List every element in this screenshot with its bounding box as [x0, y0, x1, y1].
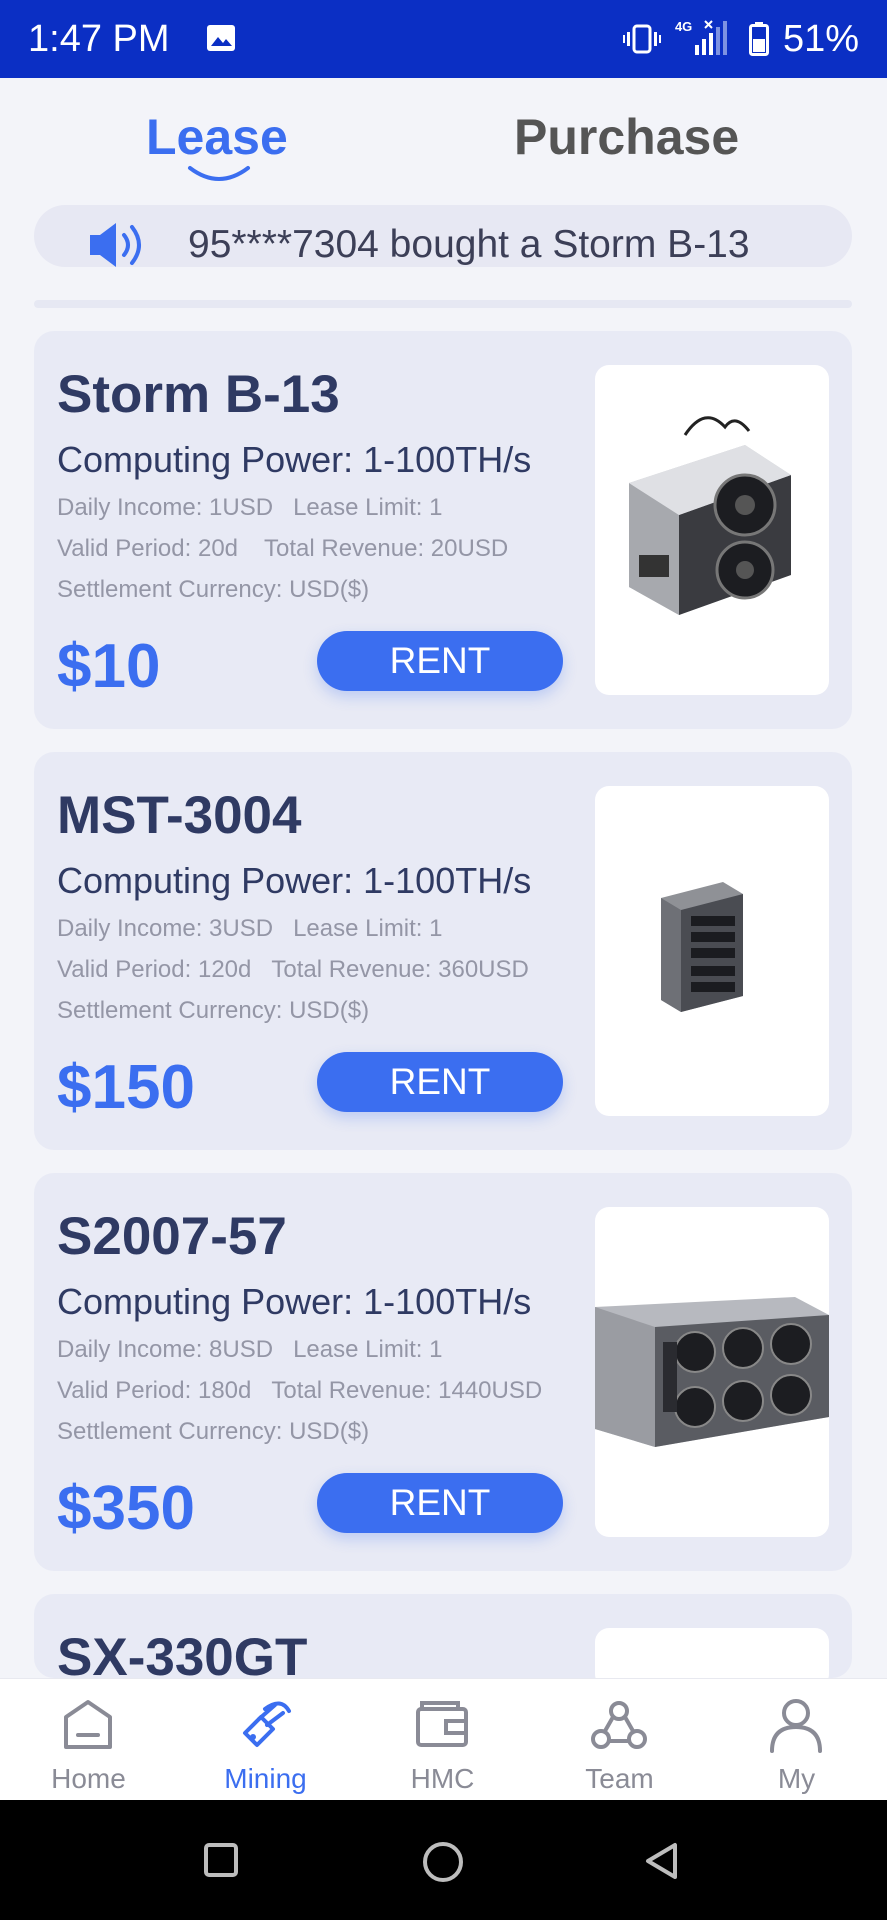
- notice-text: 95****7304 bought a Storm B-13: [188, 223, 750, 266]
- nav-label: Home: [51, 1763, 126, 1794]
- status-time: 1:47 PM: [28, 18, 170, 60]
- nav-team[interactable]: Team: [531, 1679, 708, 1801]
- product-stats-row: Valid Period: 180d Total Revenue: 1440USD: [57, 1377, 542, 1405]
- wallet-icon: [416, 1701, 468, 1747]
- cellular-signal-icon: [694, 20, 727, 55]
- nav-home[interactable]: Home: [0, 1679, 177, 1801]
- recents-icon[interactable]: [204, 1843, 238, 1877]
- computing-power: Computing Power: 1-100TH/s: [57, 1281, 532, 1322]
- team-icon: [591, 1701, 647, 1749]
- nav-mining[interactable]: Mining: [177, 1679, 354, 1801]
- total-revenue: Total Revenue: 1440USD: [271, 1377, 543, 1404]
- product-card: Storm B-13 Computing Power: 1-100TH/s Da…: [34, 331, 852, 729]
- nav-my[interactable]: My: [708, 1679, 885, 1801]
- battery-icon: [748, 22, 769, 56]
- product-image: [595, 1628, 829, 1678]
- lease-purchase-tabs: Lease Purchase: [0, 78, 887, 188]
- nav-hmc[interactable]: HMC: [354, 1679, 531, 1801]
- settlement-currency: Settlement Currency: USD($): [57, 576, 370, 603]
- tab-purchase[interactable]: Purchase: [514, 108, 739, 166]
- daily-income: Daily Income: 8USD: [57, 1336, 274, 1363]
- divider: [34, 300, 852, 308]
- product-image: [595, 1207, 829, 1537]
- speaker-icon: [90, 223, 141, 267]
- rent-button[interactable]: RENT: [317, 1473, 563, 1533]
- computing-power: Computing Power: 1-100TH/s: [57, 439, 532, 480]
- nav-label: My: [777, 1763, 816, 1794]
- battery-percentage: 51%: [782, 17, 859, 60]
- purchase-notice-ticker: 95****7304 bought a Storm B-13: [34, 205, 852, 267]
- product-stats-row: Valid Period: 120d Total Revenue: 360USD: [57, 956, 529, 984]
- storm-b13-miner-image: [629, 416, 791, 615]
- nav-label: HMC: [410, 1763, 475, 1794]
- status-bar: 1:47 PM 4G 51%: [0, 0, 887, 78]
- image-icon: [207, 25, 235, 51]
- back-icon[interactable]: [643, 1842, 681, 1880]
- price: $350: [57, 1474, 195, 1543]
- product-stats-row: Daily Income: 1USD Lease Limit: 1: [57, 494, 443, 522]
- product-name: SX-330GT: [57, 1628, 308, 1678]
- product-stats-row: Valid Period: 20d Total Revenue: 20USD: [57, 535, 508, 563]
- lease-limit: Lease Limit: 1: [293, 494, 443, 521]
- valid-period: Valid Period: 180d: [57, 1377, 252, 1404]
- s2007-57-miner-image: [595, 1297, 829, 1447]
- home-icon: [64, 1700, 112, 1749]
- system-navigation-bar: [0, 1800, 887, 1920]
- nav-label: Mining: [224, 1763, 307, 1794]
- lease-limit: Lease Limit: 1: [293, 915, 443, 942]
- price: $10: [57, 632, 161, 701]
- product-image: [595, 786, 829, 1116]
- signal-indicator: 4G: [675, 19, 735, 59]
- product-stats-row: Daily Income: 3USD Lease Limit: 1: [57, 915, 443, 943]
- lease-limit: Lease Limit: 1: [293, 1336, 443, 1363]
- product-name: MST-3004: [57, 786, 302, 845]
- product-name: Storm B-13: [57, 365, 340, 424]
- valid-period: Valid Period: 120d: [57, 956, 252, 983]
- mining-icon: [243, 1701, 291, 1747]
- bottom-navigation: Home Mining HMC Team My: [0, 1678, 887, 1801]
- product-card: SX-330GT: [34, 1594, 852, 1678]
- total-revenue: Total Revenue: 360USD: [271, 956, 529, 983]
- product-name: S2007-57: [57, 1207, 287, 1266]
- price: $150: [57, 1053, 195, 1122]
- settlement-currency: Settlement Currency: USD($): [57, 997, 370, 1024]
- product-image: [595, 365, 829, 695]
- home-button-icon[interactable]: [421, 1840, 465, 1884]
- product-card: MST-3004 Computing Power: 1-100TH/s Dail…: [34, 752, 852, 1150]
- active-tab-indicator: [188, 166, 250, 181]
- mst-3004-miner-image: [661, 882, 743, 1012]
- daily-income: Daily Income: 3USD: [57, 915, 274, 942]
- settlement-currency: Settlement Currency: USD($): [57, 1418, 370, 1445]
- daily-income: Daily Income: 1USD: [57, 494, 274, 521]
- product-stats-row: Daily Income: 8USD Lease Limit: 1: [57, 1336, 443, 1364]
- valid-period: Valid Period: 20d: [57, 535, 239, 562]
- tab-lease[interactable]: Lease: [146, 108, 288, 166]
- total-revenue: Total Revenue: 20USD: [264, 535, 509, 562]
- rent-button[interactable]: RENT: [317, 631, 563, 691]
- rent-button[interactable]: RENT: [317, 1052, 563, 1112]
- product-card: S2007-57 Computing Power: 1-100TH/s Dail…: [34, 1173, 852, 1571]
- person-icon: [770, 1699, 822, 1753]
- computing-power: Computing Power: 1-100TH/s: [57, 860, 532, 901]
- vibrate-icon: [622, 24, 661, 54]
- nav-label: Team: [585, 1763, 654, 1794]
